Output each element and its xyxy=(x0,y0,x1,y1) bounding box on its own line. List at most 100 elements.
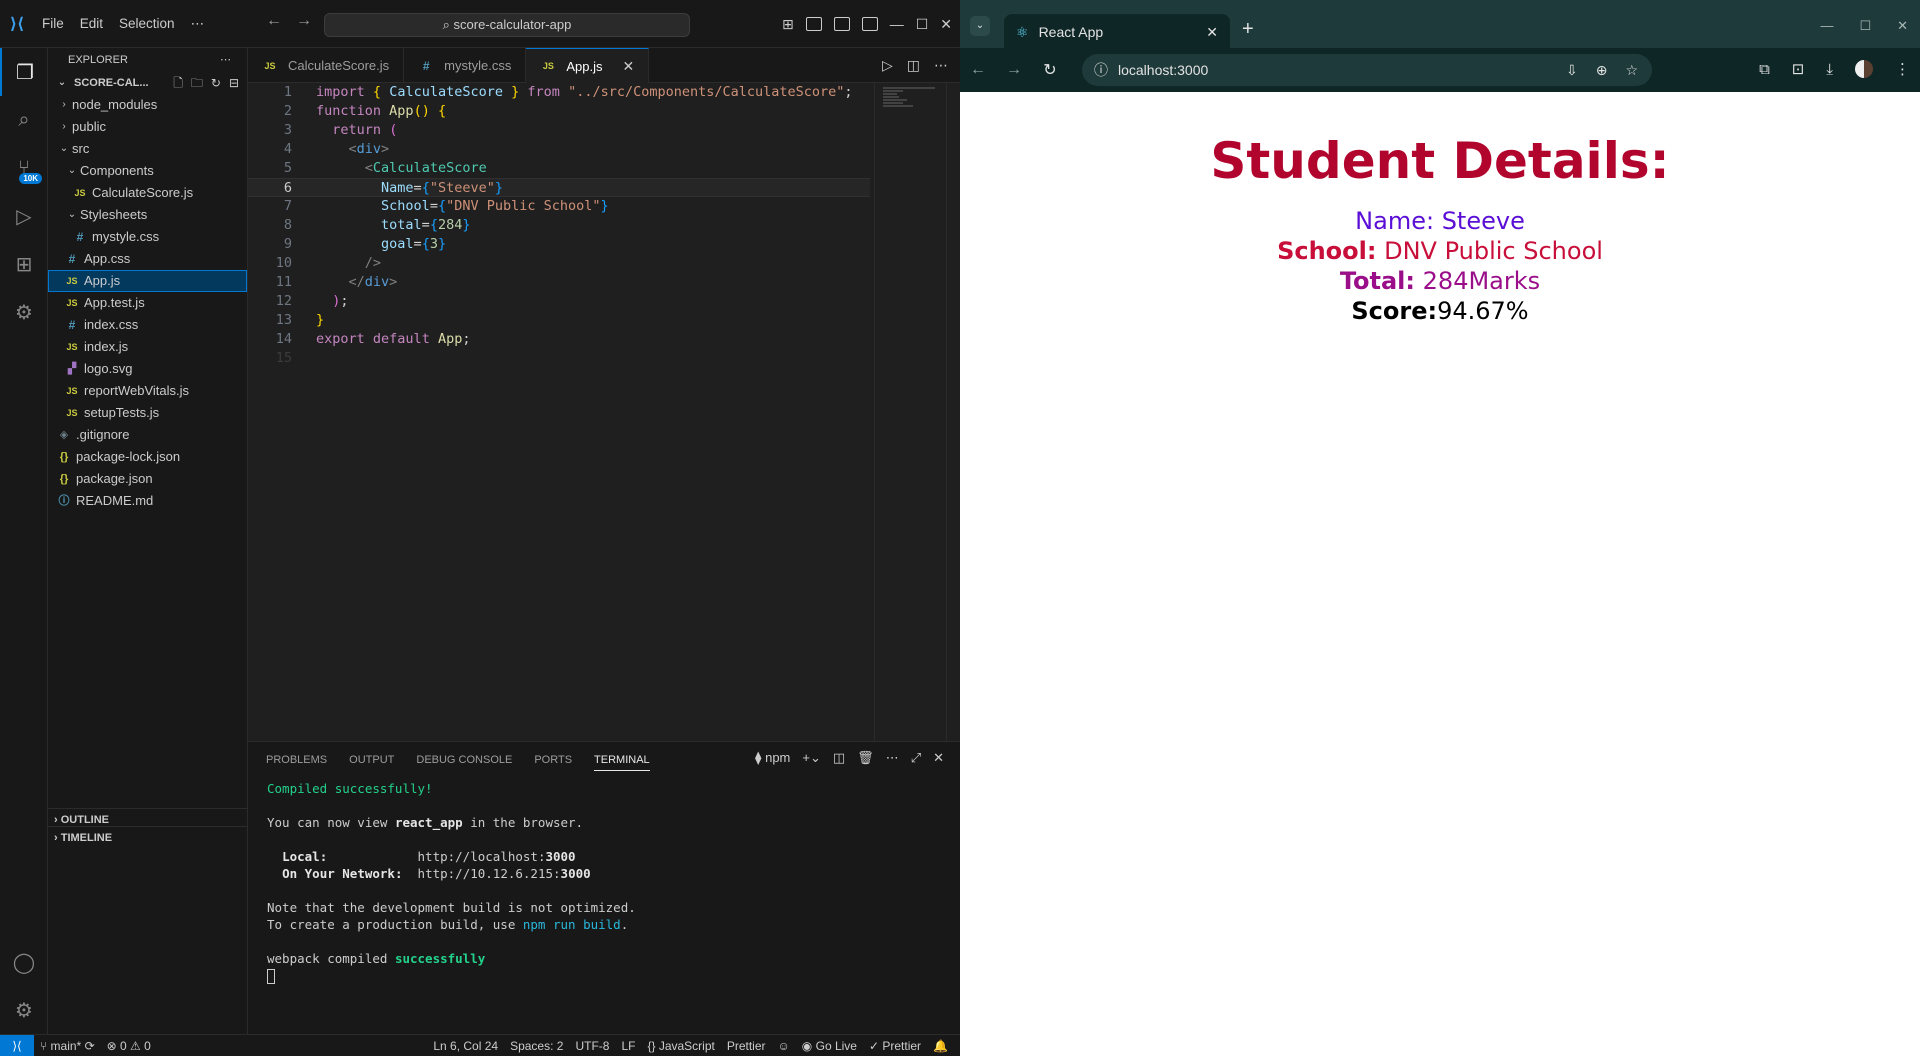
reload-icon[interactable]: ↻ xyxy=(1032,60,1068,80)
cursor-position[interactable]: Ln 6, Col 24 xyxy=(427,1039,504,1053)
menu-more[interactable]: ⋯ xyxy=(183,0,213,48)
remote-explorer-icon[interactable]: ⚙ xyxy=(0,288,48,336)
tab-ports[interactable]: PORTS xyxy=(534,754,572,766)
run-icon[interactable]: ▷ xyxy=(882,57,893,74)
tab-problems[interactable]: PROBLEMS xyxy=(266,754,327,766)
tab-calculatescore[interactable]: JS CalculateScore.js xyxy=(248,48,405,83)
tree-file[interactable]: {} package.json xyxy=(48,468,247,490)
toggle-sidebar-icon[interactable] xyxy=(805,17,822,31)
tree-file[interactable]: ▞ logo.svg xyxy=(48,358,247,380)
tree-file[interactable]: # mystyle.css xyxy=(48,226,247,248)
maximize-icon[interactable]: ☐ xyxy=(916,16,929,33)
branch-status[interactable]: ⑂ main* ⟳ xyxy=(34,1039,101,1053)
extensions-icon[interactable]: ⧉ xyxy=(1759,61,1770,78)
refresh-icon[interactable]: ↻ xyxy=(211,72,221,94)
run-debug-icon[interactable]: ▷ xyxy=(0,192,48,240)
close-panel-icon[interactable]: ✕ xyxy=(933,750,944,766)
tab-output[interactable]: OUTPUT xyxy=(349,754,394,766)
close-tab-icon[interactable]: ✕ xyxy=(622,58,634,75)
split-editor-icon[interactable]: ◫ xyxy=(907,57,920,74)
tab-mystyle[interactable]: # mystyle.css xyxy=(404,48,527,83)
prettier-check[interactable]: ✓ Prettier xyxy=(863,1039,927,1053)
customize-layout-icon[interactable]: ⊞ xyxy=(782,16,794,33)
toggle-panel-icon[interactable] xyxy=(833,17,850,31)
forward-arrow-icon[interactable]: → xyxy=(296,12,312,30)
bookmark-star-icon[interactable]: ☆ xyxy=(1625,62,1638,79)
close-window-icon[interactable]: ✕ xyxy=(940,16,952,33)
back-icon[interactable]: ← xyxy=(960,61,996,79)
tree-file[interactable]: ◈ .gitignore xyxy=(48,424,247,446)
copilot-icon[interactable]: ☺ xyxy=(772,1039,796,1053)
terminal-shell-label[interactable]: ⧫ npm xyxy=(755,750,790,766)
code-editor[interactable]: 1 import { CalculateScore } from "../src/… xyxy=(248,83,960,741)
extensions-icon[interactable]: ⊞ xyxy=(0,240,48,288)
close-window-icon[interactable]: ✕ xyxy=(1897,18,1908,34)
editor-scrollbar[interactable] xyxy=(946,83,960,741)
zoom-icon[interactable]: ⊕ xyxy=(1596,62,1608,79)
terminal-output[interactable]: Compiled successfully! You can now view … xyxy=(267,780,636,984)
remote-icon[interactable]: ⟩⟨ xyxy=(0,1034,34,1056)
tree-file[interactable]: JS reportWebVitals.js xyxy=(48,380,247,402)
minimap[interactable] xyxy=(874,83,944,741)
browser-menu-icon[interactable]: ⋮ xyxy=(1895,60,1910,78)
new-terminal-icon[interactable]: +⌄ xyxy=(802,750,820,766)
tree-folder[interactable]: › node_modules xyxy=(48,94,247,116)
tab-terminal[interactable]: TERMINAL xyxy=(594,749,650,771)
manage-gear-icon[interactable]: ⚙ xyxy=(0,986,48,1034)
downloads-icon[interactable]: ⤓ xyxy=(1826,61,1833,78)
kill-terminal-icon[interactable]: 🗑 xyxy=(857,750,874,766)
toggle-secondary-sidebar-icon[interactable] xyxy=(861,17,878,31)
tree-file[interactable]: JS setupTests.js xyxy=(48,402,247,424)
language-mode[interactable]: {} JavaScript xyxy=(641,1039,720,1053)
forward-icon[interactable]: → xyxy=(996,61,1032,79)
eol[interactable]: LF xyxy=(615,1039,641,1053)
tree-folder[interactable]: ⌄ src xyxy=(48,138,247,160)
account-icon[interactable]: ◯ xyxy=(0,938,48,986)
more-actions-icon[interactable]: ⋯ xyxy=(934,57,948,74)
new-tab-icon[interactable]: + xyxy=(1242,18,1254,41)
menu-selection[interactable]: Selection xyxy=(111,0,183,48)
tree-file[interactable]: JS App.js xyxy=(48,270,247,292)
tree-folder[interactable]: ⌄ Components xyxy=(48,160,247,182)
minimize-icon[interactable]: — xyxy=(1820,18,1833,34)
project-root[interactable]: ⌄ SCORE-CAL... 🗋 🗀 ↻ ⊟ xyxy=(48,72,247,94)
new-file-icon[interactable]: 🗋 xyxy=(173,72,183,94)
minimize-icon[interactable]: — xyxy=(890,16,904,32)
menu-edit[interactable]: Edit xyxy=(72,0,111,48)
browser-tab[interactable]: ⚛ React App ✕ xyxy=(1004,14,1230,50)
tab-debug-console[interactable]: DEBUG CONSOLE xyxy=(416,754,512,766)
prettier-status[interactable]: Prettier xyxy=(721,1039,772,1053)
split-terminal-icon[interactable]: ◫ xyxy=(833,750,845,766)
tab-search-chevron-icon[interactable]: ⌄ xyxy=(970,16,990,36)
maximize-icon[interactable]: ☐ xyxy=(1859,18,1871,34)
new-folder-icon[interactable]: 🗀 xyxy=(191,72,203,94)
explorer-icon[interactable]: ❐ xyxy=(0,48,48,96)
encoding[interactable]: UTF-8 xyxy=(569,1039,615,1053)
search-icon[interactable]: ⌕ xyxy=(0,96,48,144)
maximize-panel-icon[interactable]: ⤢ xyxy=(911,750,921,766)
source-control-icon[interactable]: ⑂ 10K xyxy=(0,144,48,192)
tree-file[interactable]: {} package-lock.json xyxy=(48,446,247,468)
site-info-icon[interactable]: ⓘ xyxy=(1094,60,1108,80)
indentation[interactable]: Spaces: 2 xyxy=(504,1039,569,1053)
tree-file[interactable]: JS App.test.js xyxy=(48,292,247,314)
go-live-button[interactable]: ◉ Go Live xyxy=(796,1039,863,1053)
screen-capture-icon[interactable]: ⊡ xyxy=(1792,60,1805,78)
tree-folder[interactable]: › public xyxy=(48,116,247,138)
close-tab-icon[interactable]: ✕ xyxy=(1206,24,1218,41)
timeline-section[interactable]: › TIMELINE xyxy=(48,826,248,848)
tree-file[interactable]: # index.css xyxy=(48,314,247,336)
tree-file[interactable]: # App.css xyxy=(48,248,247,270)
notifications-bell-icon[interactable]: 🔔 xyxy=(927,1039,954,1053)
profile-avatar[interactable] xyxy=(1855,60,1873,78)
install-app-icon[interactable]: ⇩ xyxy=(1566,62,1578,79)
tree-file[interactable]: ⓘ README.md xyxy=(48,490,247,512)
menu-file[interactable]: File xyxy=(34,0,72,48)
tree-file[interactable]: JS index.js xyxy=(48,336,247,358)
tree-file[interactable]: JS CalculateScore.js xyxy=(48,182,247,204)
problems-status[interactable]: ⊗ 0 ⚠ 0 xyxy=(101,1039,157,1053)
explorer-more-icon[interactable]: ⋯ xyxy=(220,48,231,72)
tree-folder[interactable]: ⌄ Stylesheets xyxy=(48,204,247,226)
back-arrow-icon[interactable]: ← xyxy=(266,12,282,30)
address-bar[interactable]: ⓘ localhost:3000 ⇩ ⊕ ☆ xyxy=(1082,54,1652,86)
